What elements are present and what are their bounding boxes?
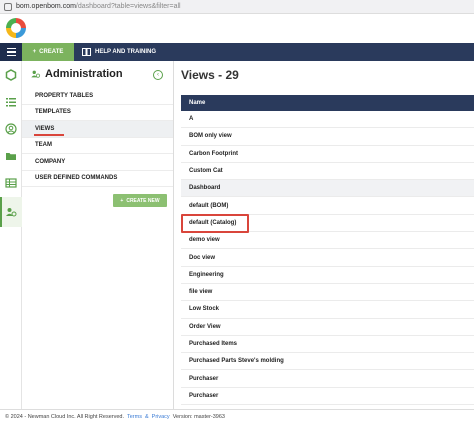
administration-menu: PROPERTY TABLES TEMPLATES VIEWS TEAM COM… <box>22 88 173 187</box>
privacy-link[interactable]: Privacy <box>152 414 170 420</box>
admin-users-icon <box>31 70 41 78</box>
table-row[interactable]: BOM only view <box>181 128 474 146</box>
create-button[interactable]: + CREATE <box>22 43 74 61</box>
top-navigation: + CREATE HELP AND TRAINING <box>0 43 474 61</box>
site-settings-icon[interactable] <box>4 2 12 11</box>
browser-url-bar[interactable]: bom.openbom.com/dashboard?table=views&fi… <box>0 0 474 14</box>
table-row[interactable]: Doc view <box>181 249 474 267</box>
table-row[interactable]: file view <box>181 284 474 302</box>
collapse-panel-button[interactable]: ‹ <box>153 70 163 80</box>
admin-item-property-tables[interactable]: PROPERTY TABLES <box>22 88 173 105</box>
table-row[interactable]: Purchased Items <box>181 336 474 354</box>
administration-panel: Administration ‹ PROPERTY TABLES TEMPLAT… <box>22 61 174 409</box>
openbom-logo-icon[interactable] <box>5 17 27 39</box>
plus-icon: + <box>120 197 124 204</box>
menu-toggle-button[interactable] <box>0 43 22 61</box>
table-row[interactable]: Custom Cat <box>181 163 474 181</box>
chevron-left-icon: ‹ <box>157 72 159 78</box>
footer-copyright: © 2024 - Newman Cloud Inc. All Right Res… <box>5 414 124 420</box>
admin-item-company[interactable]: COMPANY <box>22 154 173 171</box>
table-row[interactable]: Purchaser <box>181 370 474 388</box>
administration-title: Administration <box>45 68 123 80</box>
list-icon[interactable] <box>5 96 17 108</box>
create-new-button[interactable]: + CREATE NEW <box>113 194 167 207</box>
table-row[interactable]: Carbon Footprint <box>181 146 474 163</box>
admin-item-views[interactable]: VIEWS <box>22 121 173 138</box>
hamburger-icon <box>6 47 16 50</box>
page-title: Views - 29 <box>181 68 239 82</box>
views-main-area: Views - 29 Name A BOM only view Carbon F… <box>174 61 474 409</box>
user-circle-icon[interactable] <box>5 123 17 135</box>
table-row[interactable]: Low Stock <box>181 301 474 319</box>
plus-icon: + <box>32 49 37 55</box>
table-row[interactable]: default (Catalog) <box>181 215 474 233</box>
folder-icon[interactable] <box>5 150 17 162</box>
admin-item-user-defined-commands[interactable]: USER DEFINED COMMANDS <box>22 171 173 187</box>
admin-item-team[interactable]: TEAM <box>22 138 173 154</box>
table-row-dashboard[interactable]: Dashboard <box>181 180 474 198</box>
url-text[interactable]: bom.openbom.com/dashboard?table=views&fi… <box>16 3 181 10</box>
table-row[interactable]: demo view <box>181 232 474 250</box>
help-and-training-button[interactable]: HELP AND TRAINING <box>74 43 156 61</box>
footer-version: Version: master-3963 <box>172 414 225 420</box>
table-row[interactable]: Purchased Parts Steve's molding <box>181 353 474 371</box>
column-header-name[interactable]: Name <box>181 95 474 111</box>
book-icon <box>82 48 91 56</box>
terms-link[interactable]: Terms <box>127 414 142 420</box>
table-row[interactable]: Order View <box>181 319 474 336</box>
table-row[interactable]: A <box>181 111 474 129</box>
admin-item-templates[interactable]: TEMPLATES <box>22 105 173 121</box>
left-icon-rail <box>0 61 22 409</box>
hexagon-icon[interactable] <box>5 69 17 81</box>
table-row[interactable]: Purchaser <box>181 388 474 406</box>
table-row[interactable]: default (BOM) <box>181 197 474 215</box>
table-icon[interactable] <box>5 177 17 189</box>
footer-ampersand: & <box>144 414 149 420</box>
admin-users-icon[interactable] <box>5 206 17 218</box>
logo-bar <box>0 14 474 43</box>
page-footer: © 2024 - Newman Cloud Inc. All Right Res… <box>0 409 474 424</box>
views-table: Name A BOM only view Carbon Footprint Cu… <box>181 95 474 406</box>
table-row[interactable]: Engineering <box>181 267 474 284</box>
administration-header: Administration <box>30 68 123 80</box>
